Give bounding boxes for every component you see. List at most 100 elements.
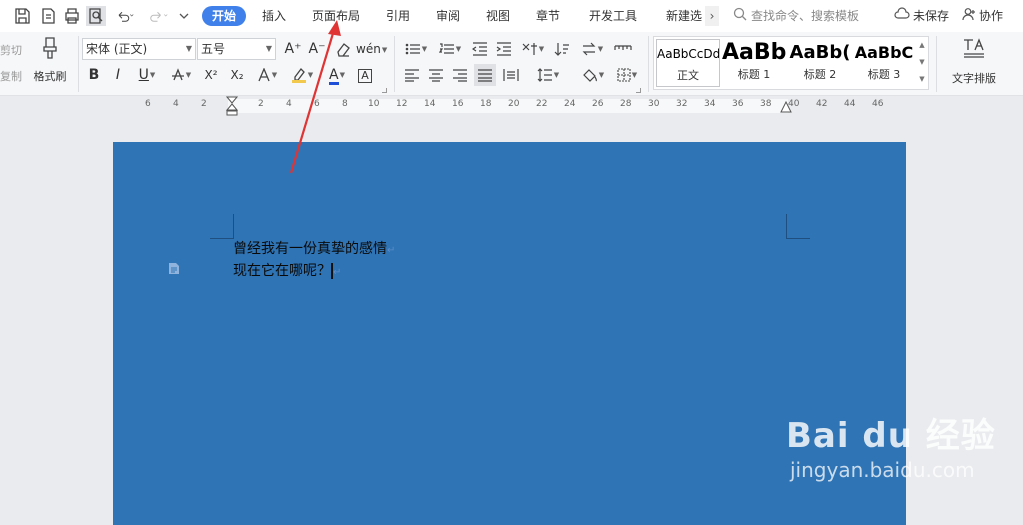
tab-view[interactable]: 视图 [486,6,510,26]
justify-button[interactable] [474,64,496,86]
swap-arrows-icon [582,42,596,56]
shading-button[interactable]: ▼ [578,64,608,86]
ruler-number: 24 [564,99,576,109]
document-outline-icon[interactable] [168,262,180,278]
align-center-icon [429,69,443,82]
font-color-button[interactable]: A▼ [322,64,352,86]
format-painter-icon [43,37,57,59]
italic-button[interactable]: I [108,64,128,86]
redo-icon[interactable] [146,6,172,26]
ruler-number: 4 [173,99,179,109]
align-right-button[interactable] [450,64,470,86]
collaborate-button[interactable]: 协作 [962,6,1003,26]
clear-format-button[interactable] [332,38,354,60]
tab-new-tab[interactable]: 新建选 [666,6,702,26]
shrink-font-button[interactable]: A⁻ [306,38,328,60]
collaborate-user-icon [962,7,976,27]
watermark-url: jingyan.baidu.com [790,458,975,482]
style-heading-2[interactable]: AaBb( 标题 2 [788,39,852,87]
tab-page-layout[interactable]: 页面布局 [312,6,360,26]
command-search-input[interactable]: 查找命令、搜索模板 [733,6,859,26]
tab-review[interactable]: 审阅 [436,6,460,26]
expand-gallery-icon[interactable]: ▼ [916,71,928,88]
tab-chapter[interactable]: 章节 [536,6,560,26]
style-label: 标题 3 [867,68,901,81]
line-spacing-button[interactable]: ▼ [534,64,562,86]
tab-home[interactable]: 开始 [202,6,247,26]
bold-button[interactable]: B [84,64,104,86]
document-line[interactable]: 曾经我有一份真挚的感情↵ [233,238,395,258]
text-layout-button[interactable]: 文字排版▼ [944,36,1004,104]
font-size-select[interactable]: 五号 ▼ [197,38,276,60]
strikethrough-icon [171,68,184,81]
style-heading-1[interactable]: AaBb 标题 1 [722,39,786,87]
styles-scroll[interactable]: ▲ ▼ ▼ [916,37,928,89]
line-direction-button[interactable]: ▼ [578,38,606,60]
chevron-down-icon: ▼ [149,71,156,79]
align-left-button[interactable] [402,64,422,86]
paragraph-dialog-launcher[interactable] [636,88,641,93]
more-tabs-chevron-icon[interactable]: › [705,6,719,26]
style-heading-3[interactable]: AaBbC 标题 3 [852,39,916,87]
chinese-layout-button[interactable]: ▼ [518,38,548,60]
copy-button[interactable]: 复制 [0,68,22,84]
bullet-list-button[interactable]: ▼ [402,38,430,60]
ribbon-divider [78,36,79,92]
tab-references[interactable]: 引用 [386,6,410,26]
superscript-button[interactable]: X² [200,64,222,86]
character-border-button[interactable]: A [356,64,374,86]
font-dialog-launcher[interactable] [382,88,387,93]
font-name-select[interactable]: 宋体 (正文) ▼ [82,38,196,60]
eraser-icon [337,43,350,57]
borders-button[interactable]: ▼ [612,64,642,86]
ruler-number: 18 [480,99,492,109]
chevron-up-icon[interactable]: ▲ [916,37,928,54]
decrease-indent-button[interactable] [470,38,490,60]
ruler-number: 2 [201,99,207,109]
numbered-list-icon [438,43,454,54]
distribute-button[interactable] [500,64,522,86]
sort-button[interactable] [552,38,572,60]
right-indent-marker-icon[interactable] [780,100,792,116]
text-effect-icon [258,67,270,82]
format-painter-button[interactable]: 格式刷 [28,36,72,84]
bullet-list-icon [405,43,420,55]
text-layout-label: 文字排版 [952,72,996,85]
subscript-button[interactable]: X₂ [226,64,248,86]
horizontal-ruler[interactable]: 6 4 2 2 4 6 8 10 12 14 16 18 20 22 24 26 28 30 32 34 36 38 40 4… [0,96,1023,116]
grow-font-button[interactable]: A⁺ [282,38,304,60]
chevron-down-icon[interactable]: ▼ [916,54,928,71]
phonetic-guide-button[interactable]: wén▼ [356,38,387,60]
style-label: 标题 1 [737,68,771,81]
undo-icon[interactable] [112,6,138,26]
chevron-down-icon: ▼ [265,44,272,53]
save-icon[interactable] [12,6,32,26]
text-effect-button[interactable]: ▼ [252,64,282,86]
align-center-button[interactable] [426,64,446,86]
style-normal[interactable]: AaBbCcDd 正文 [656,39,720,87]
chevron-down-icon: ▼ [185,44,192,53]
collaborate-label: 协作 [979,9,1004,23]
print-icon[interactable] [62,6,82,26]
margin-corner-mark [210,238,234,239]
customize-quick-access-icon[interactable] [174,6,194,26]
export-pdf-icon[interactable] [38,6,58,26]
underline-button[interactable]: U▼ [132,64,162,86]
save-status-button[interactable]: 未保存 [894,6,949,26]
cut-button[interactable]: 剪切 [0,42,22,58]
numbered-list-button[interactable]: ▼ [436,38,464,60]
document-line[interactable]: 现在它在哪呢？ ↵ [233,260,341,280]
distribute-icon [503,69,519,81]
strikethrough-button[interactable]: ▼ [166,64,196,86]
tab-insert[interactable]: 插入 [262,6,286,26]
show-paragraph-marks-button[interactable] [612,38,634,60]
phonetic-guide-text: wén [356,42,381,56]
highlight-color-button[interactable]: ▼ [286,64,318,86]
increase-indent-button[interactable] [494,38,514,60]
print-preview-icon[interactable] [86,6,106,26]
ruler-number: 32 [676,99,688,109]
justify-icon [478,69,492,82]
tab-developer-tools[interactable]: 开发工具 [589,6,637,26]
ruler-number: 6 [314,99,320,109]
indent-marker-icon[interactable] [226,96,238,116]
